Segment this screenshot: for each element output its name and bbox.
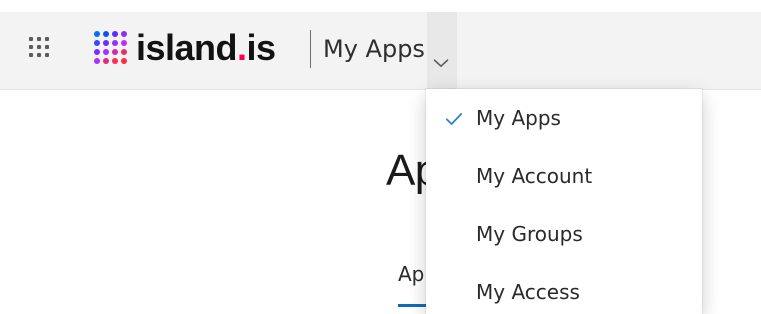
dot-grid-logo-icon	[94, 31, 128, 65]
dropdown-item-my-apps[interactable]: My Apps	[426, 89, 702, 147]
logo-dot	[121, 31, 127, 37]
brand-logo[interactable]: island.is	[94, 26, 276, 70]
chevron-down-icon	[433, 46, 449, 67]
dropdown-item-my-account[interactable]: My Account	[426, 147, 702, 205]
brand-wordmark: island.is	[136, 30, 276, 66]
app-switcher-button[interactable]: My Apps	[323, 34, 449, 67]
logo-dot	[121, 58, 127, 64]
waffle-dot	[29, 53, 33, 57]
logo-dot	[112, 49, 118, 55]
logo-dot	[121, 49, 127, 55]
brand-name-tld: is	[246, 27, 277, 68]
app-switcher-dropdown: My Apps My Account My Groups My Access	[426, 89, 702, 314]
brand-name-main: island	[136, 27, 238, 68]
logo-dot	[103, 31, 109, 37]
top-bar: island.is My Apps	[0, 0, 761, 92]
dropdown-item-label: My Apps	[476, 106, 561, 130]
waffle-dot	[45, 45, 49, 49]
logo-dot	[103, 49, 109, 55]
logo-dot	[94, 31, 100, 37]
brand-name-dot: .	[237, 27, 247, 68]
dropdown-item-my-groups[interactable]: My Groups	[426, 205, 702, 263]
logo-dot	[112, 40, 118, 46]
dropdown-item-my-access[interactable]: My Access	[426, 263, 702, 314]
waffle-dot	[37, 37, 41, 41]
logo-dot	[94, 49, 100, 55]
logo-dot	[94, 58, 100, 64]
logo-dot	[112, 58, 118, 64]
app-switcher-label: My Apps	[323, 35, 425, 63]
logo-dot	[103, 58, 109, 64]
logo-dot	[94, 40, 100, 46]
waffle-dot	[29, 45, 33, 49]
waffle-dot	[45, 53, 49, 57]
header-divider	[310, 30, 311, 68]
my-apps-page: island.is My Apps Ap App My Apps My Acco…	[0, 0, 761, 314]
logo-dot	[121, 40, 127, 46]
logo-dot	[103, 40, 109, 46]
dropdown-item-label: My Account	[476, 164, 593, 188]
dropdown-item-label: My Access	[476, 280, 580, 304]
logo-dot	[112, 31, 118, 37]
waffle-dot	[29, 37, 33, 41]
waffle-dot	[37, 53, 41, 57]
waffle-dot	[37, 45, 41, 49]
waffle-grid-icon[interactable]	[29, 37, 53, 61]
waffle-dot	[45, 37, 49, 41]
dropdown-item-label: My Groups	[476, 222, 583, 246]
checkmark-icon	[445, 111, 463, 125]
